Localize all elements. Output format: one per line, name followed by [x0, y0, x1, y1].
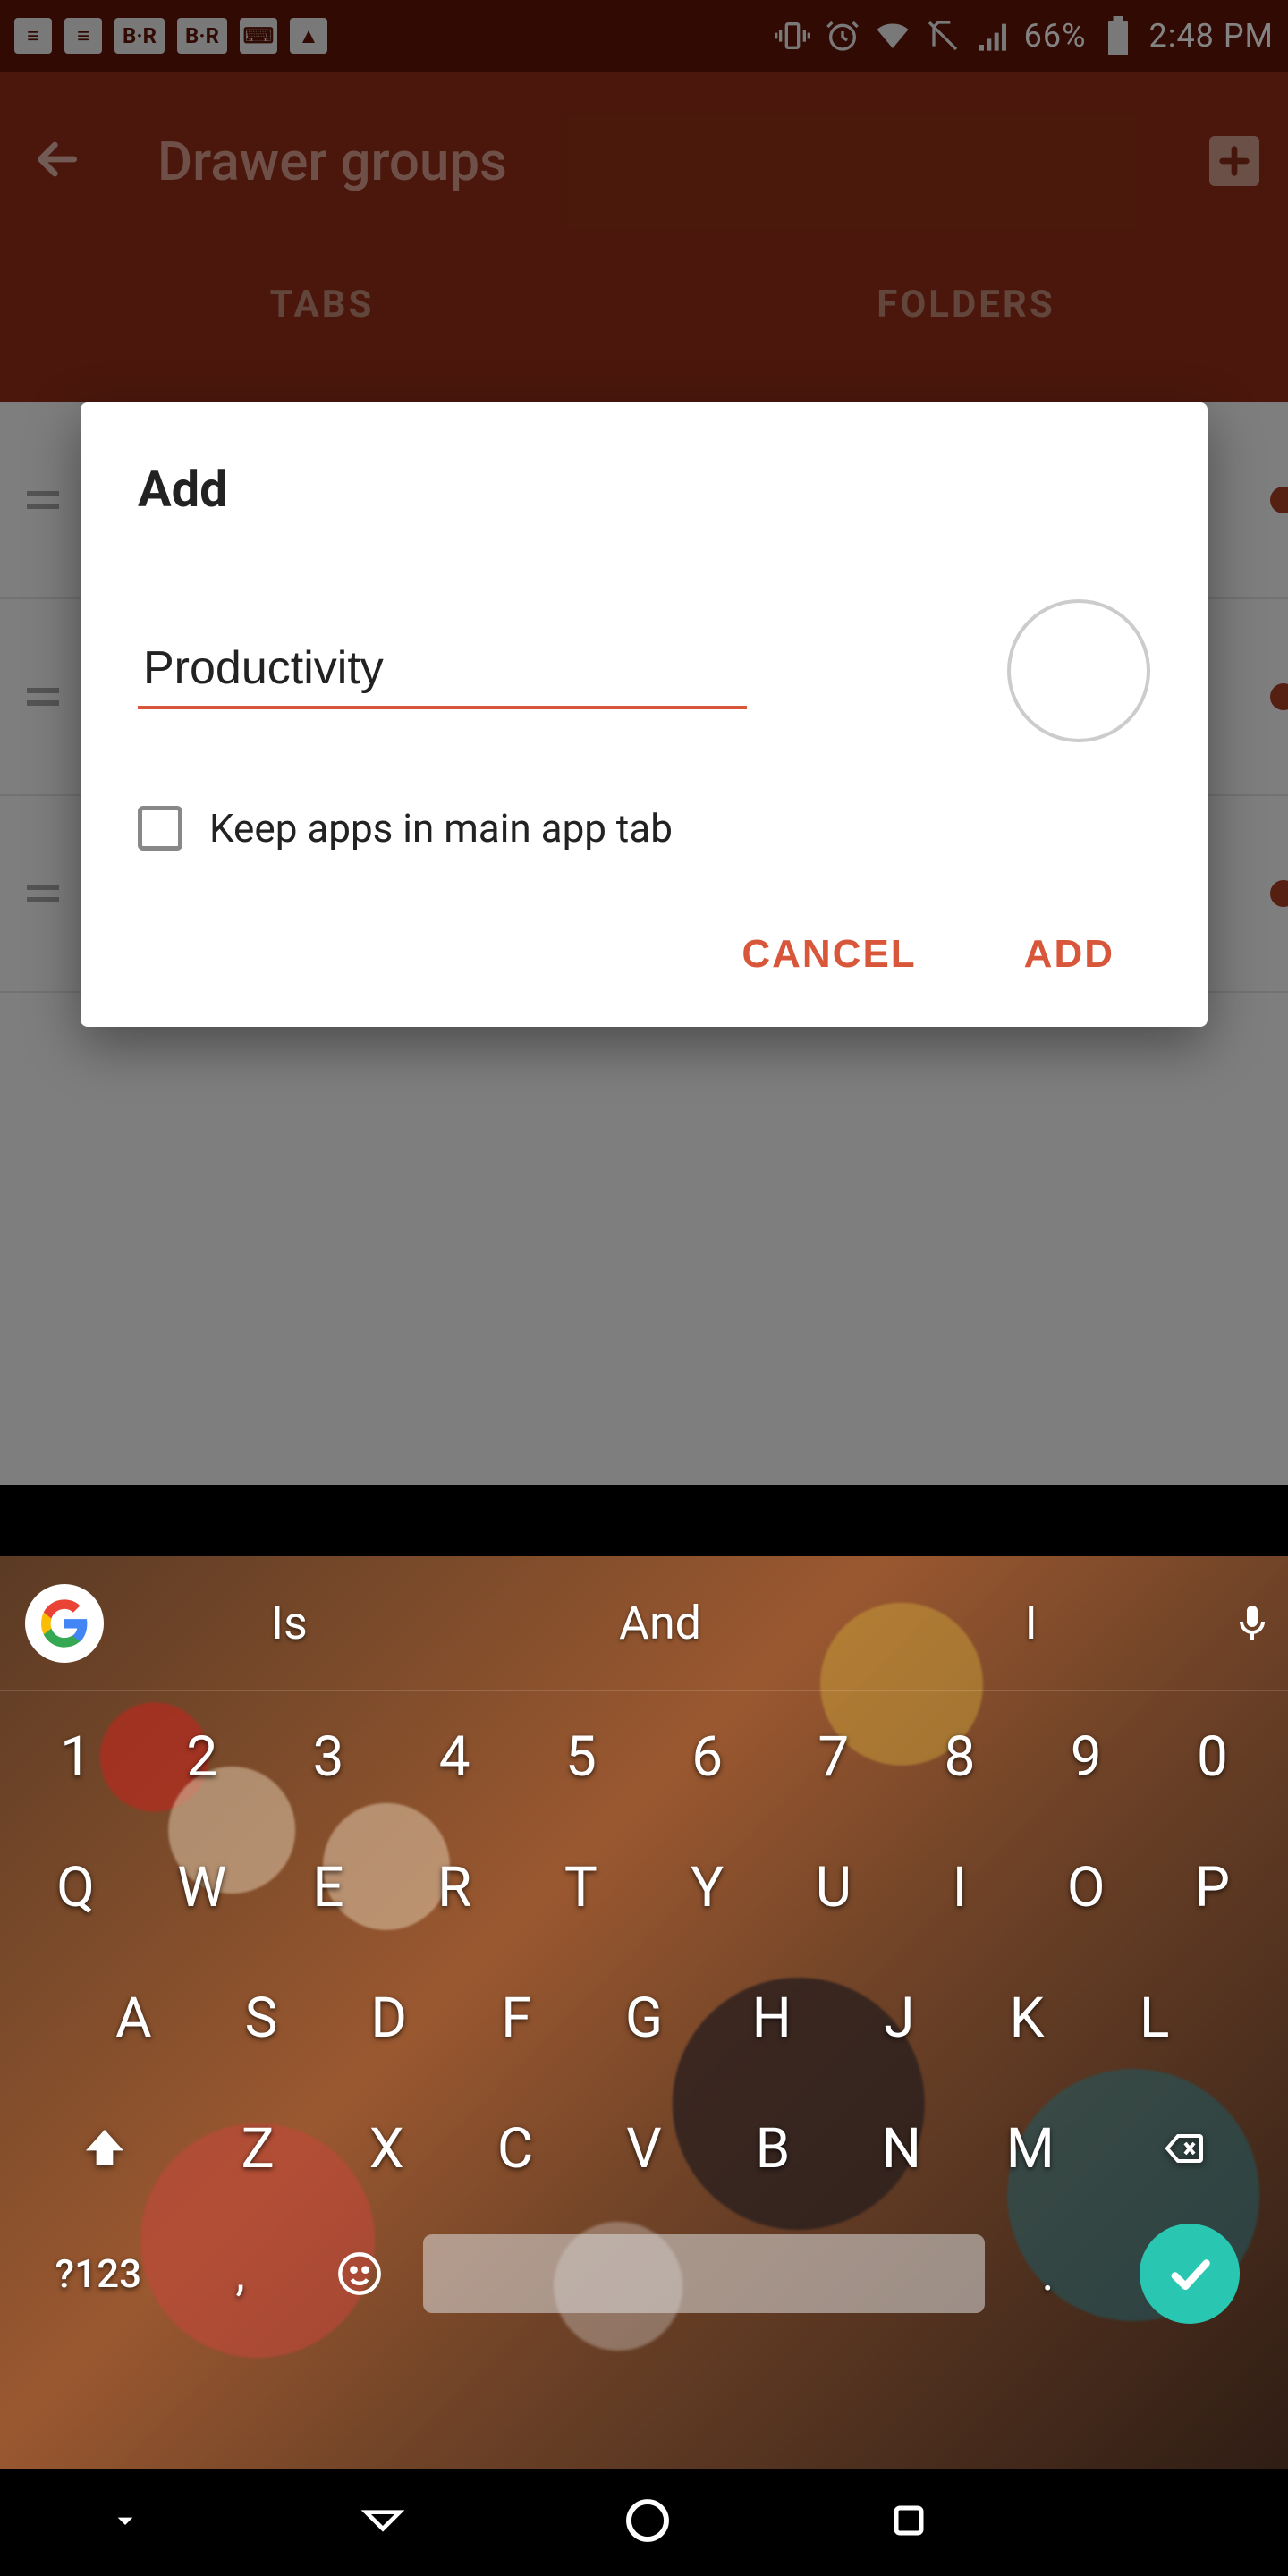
key-e[interactable]: E: [268, 1834, 387, 1941]
system-nav-bar: [0, 2469, 1288, 2576]
key-d[interactable]: D: [328, 1964, 449, 2072]
key-n[interactable]: N: [841, 2095, 962, 2202]
nav-home[interactable]: [623, 2496, 673, 2549]
key-b[interactable]: B: [712, 2095, 834, 2202]
key-enter[interactable]: [1111, 2220, 1268, 2327]
key-backspace[interactable]: [1098, 2095, 1268, 2202]
suggestion-1[interactable]: Is: [104, 1596, 475, 1650]
key-c[interactable]: C: [454, 2095, 576, 2202]
key-row-qwerty: Q W E R T Y U I O P: [16, 1834, 1272, 1941]
key-0[interactable]: 0: [1153, 1703, 1272, 1810]
key-w[interactable]: W: [142, 1834, 261, 1941]
key-k[interactable]: K: [967, 1964, 1088, 2072]
google-search-button[interactable]: [25, 1584, 104, 1663]
add-button[interactable]: ADD: [1024, 932, 1114, 977]
key-comma[interactable]: ,: [184, 2220, 297, 2327]
dialog-title: Add: [138, 460, 1150, 519]
key-7[interactable]: 7: [774, 1703, 893, 1810]
key-a[interactable]: A: [73, 1964, 194, 2072]
key-5[interactable]: 5: [521, 1703, 640, 1810]
suggestion-bar: Is And I: [0, 1556, 1288, 1690]
key-u[interactable]: U: [774, 1834, 893, 1941]
key-3[interactable]: 3: [268, 1703, 387, 1810]
keep-apps-checkbox[interactable]: [138, 806, 182, 851]
key-row-numbers: 1 2 3 4 5 6 7 8 9 0: [16, 1703, 1272, 1810]
suggestion-3[interactable]: I: [845, 1596, 1216, 1650]
key-period[interactable]: .: [992, 2220, 1105, 2327]
key-r[interactable]: R: [395, 1834, 514, 1941]
key-6[interactable]: 6: [648, 1703, 767, 1810]
key-row-zxcv: Z X C V B N M: [16, 2095, 1272, 2202]
nav-recents[interactable]: [887, 2499, 930, 2546]
key-m[interactable]: M: [970, 2095, 1091, 2202]
key-q[interactable]: Q: [16, 1834, 135, 1941]
key-row-bottom: ?123 , .: [16, 2220, 1272, 2327]
key-s[interactable]: S: [201, 1964, 322, 2072]
key-z[interactable]: Z: [197, 2095, 318, 2202]
key-l[interactable]: L: [1094, 1964, 1215, 2072]
key-h[interactable]: H: [711, 1964, 832, 2072]
key-y[interactable]: Y: [648, 1834, 767, 1941]
key-emoji[interactable]: [303, 2220, 416, 2327]
key-p[interactable]: P: [1153, 1834, 1272, 1941]
mic-icon[interactable]: [1216, 1602, 1288, 1645]
key-i[interactable]: I: [900, 1834, 1019, 1941]
key-8[interactable]: 8: [900, 1703, 1019, 1810]
keep-apps-label: Keep apps in main app tab: [209, 805, 673, 852]
key-o[interactable]: O: [1027, 1834, 1146, 1941]
key-4[interactable]: 4: [395, 1703, 514, 1810]
key-g[interactable]: G: [584, 1964, 705, 2072]
key-1[interactable]: 1: [16, 1703, 135, 1810]
group-name-input[interactable]: [138, 632, 747, 709]
cancel-button[interactable]: CANCEL: [741, 932, 916, 977]
add-group-dialog: Add Keep apps in main app tab CANCEL ADD: [80, 402, 1208, 1027]
key-shift[interactable]: [20, 2095, 190, 2202]
key-x[interactable]: X: [326, 2095, 447, 2202]
key-j[interactable]: J: [839, 1964, 960, 2072]
key-space[interactable]: [423, 2220, 985, 2327]
key-row-asdf: A S D F G H J K L: [16, 1964, 1272, 2072]
key-numsym[interactable]: ?123: [20, 2220, 177, 2327]
key-f[interactable]: F: [456, 1964, 577, 2072]
key-9[interactable]: 9: [1027, 1703, 1146, 1810]
suggestion-2[interactable]: And: [475, 1596, 846, 1650]
nav-ime-switch[interactable]: [107, 2503, 143, 2542]
color-picker-button[interactable]: [1007, 599, 1150, 742]
key-t[interactable]: T: [521, 1834, 640, 1941]
key-2[interactable]: 2: [142, 1703, 261, 1810]
key-v[interactable]: V: [583, 2095, 705, 2202]
soft-keyboard: Is And I 1 2 3 4 5 6 7 8 9 0 Q W E R T Y…: [0, 1556, 1288, 2469]
nav-back[interactable]: [358, 2496, 408, 2549]
